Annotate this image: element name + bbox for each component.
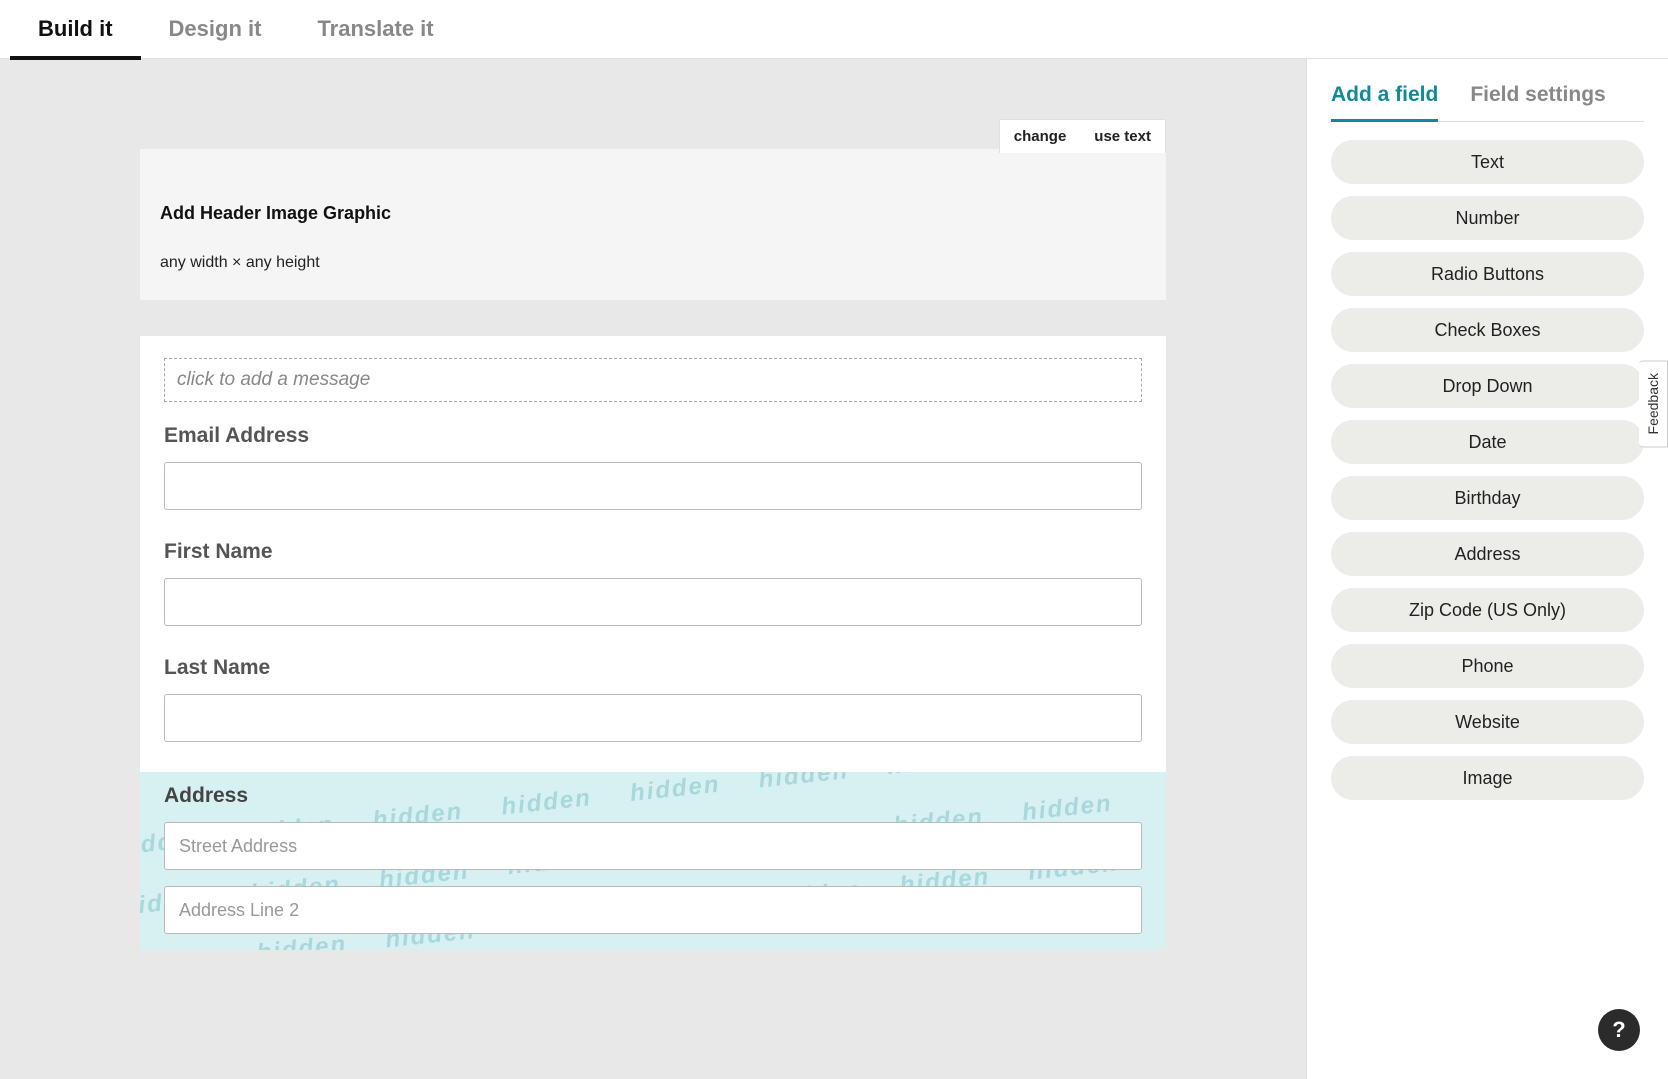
field-label: Last Name [164,656,1142,680]
header-image-dims: any width × any height [160,254,1146,272]
use-text-button[interactable]: use text [1080,120,1165,153]
tab-build-it[interactable]: Build it [10,0,141,59]
top-tabs: Build it Design it Translate it [0,0,1668,59]
field-label: Email Address [164,424,1142,448]
add-field-radio-buttons[interactable]: Radio Buttons [1331,252,1644,296]
add-field-address[interactable]: Address [1331,532,1644,576]
field-label: Address [164,784,1142,808]
field-label: First Name [164,540,1142,564]
sidebar-tab-add-field[interactable]: Add a field [1331,83,1438,122]
last-name-input[interactable] [164,694,1142,742]
field-address-hidden[interactable]: Address [140,772,1166,950]
email-input[interactable] [164,462,1142,510]
add-field-number[interactable]: Number [1331,196,1644,240]
header-image-title: Add Header Image Graphic [160,203,1146,224]
header-image-actions: change use text [999,119,1166,153]
help-button[interactable]: ? [1598,1009,1640,1051]
feedback-tab[interactable]: Feedback [1639,360,1668,447]
header-image-block[interactable]: change use text Add Header Image Graphic… [140,149,1166,300]
sidebar-tab-field-settings[interactable]: Field settings [1470,83,1605,121]
form-card: click to add a message Email Address Fir… [140,336,1166,950]
street-address-input[interactable] [164,822,1142,870]
first-name-input[interactable] [164,578,1142,626]
add-field-drop-down[interactable]: Drop Down [1331,364,1644,408]
form-message-placeholder[interactable]: click to add a message [164,358,1142,402]
sidebar: Add a field Field settings Text Number R… [1306,59,1668,1079]
add-field-phone[interactable]: Phone [1331,644,1644,688]
add-field-date[interactable]: Date [1331,420,1644,464]
main-layout: change use text Add Header Image Graphic… [0,59,1668,1079]
tab-translate-it[interactable]: Translate it [289,0,461,59]
tab-design-it[interactable]: Design it [141,0,290,59]
address-line2-input[interactable] [164,886,1142,934]
change-button[interactable]: change [1000,120,1081,153]
add-field-text[interactable]: Text [1331,140,1644,184]
canvas-area: change use text Add Header Image Graphic… [0,59,1306,1079]
question-mark-icon: ? [1612,1017,1625,1043]
field-email[interactable]: Email Address [164,424,1142,510]
field-last-name[interactable]: Last Name [164,656,1142,742]
add-field-image[interactable]: Image [1331,756,1644,800]
add-field-website[interactable]: Website [1331,700,1644,744]
field-first-name[interactable]: First Name [164,540,1142,626]
add-field-birthday[interactable]: Birthday [1331,476,1644,520]
sidebar-tabs: Add a field Field settings [1331,83,1644,122]
add-field-zip-code[interactable]: Zip Code (US Only) [1331,588,1644,632]
add-field-check-boxes[interactable]: Check Boxes [1331,308,1644,352]
